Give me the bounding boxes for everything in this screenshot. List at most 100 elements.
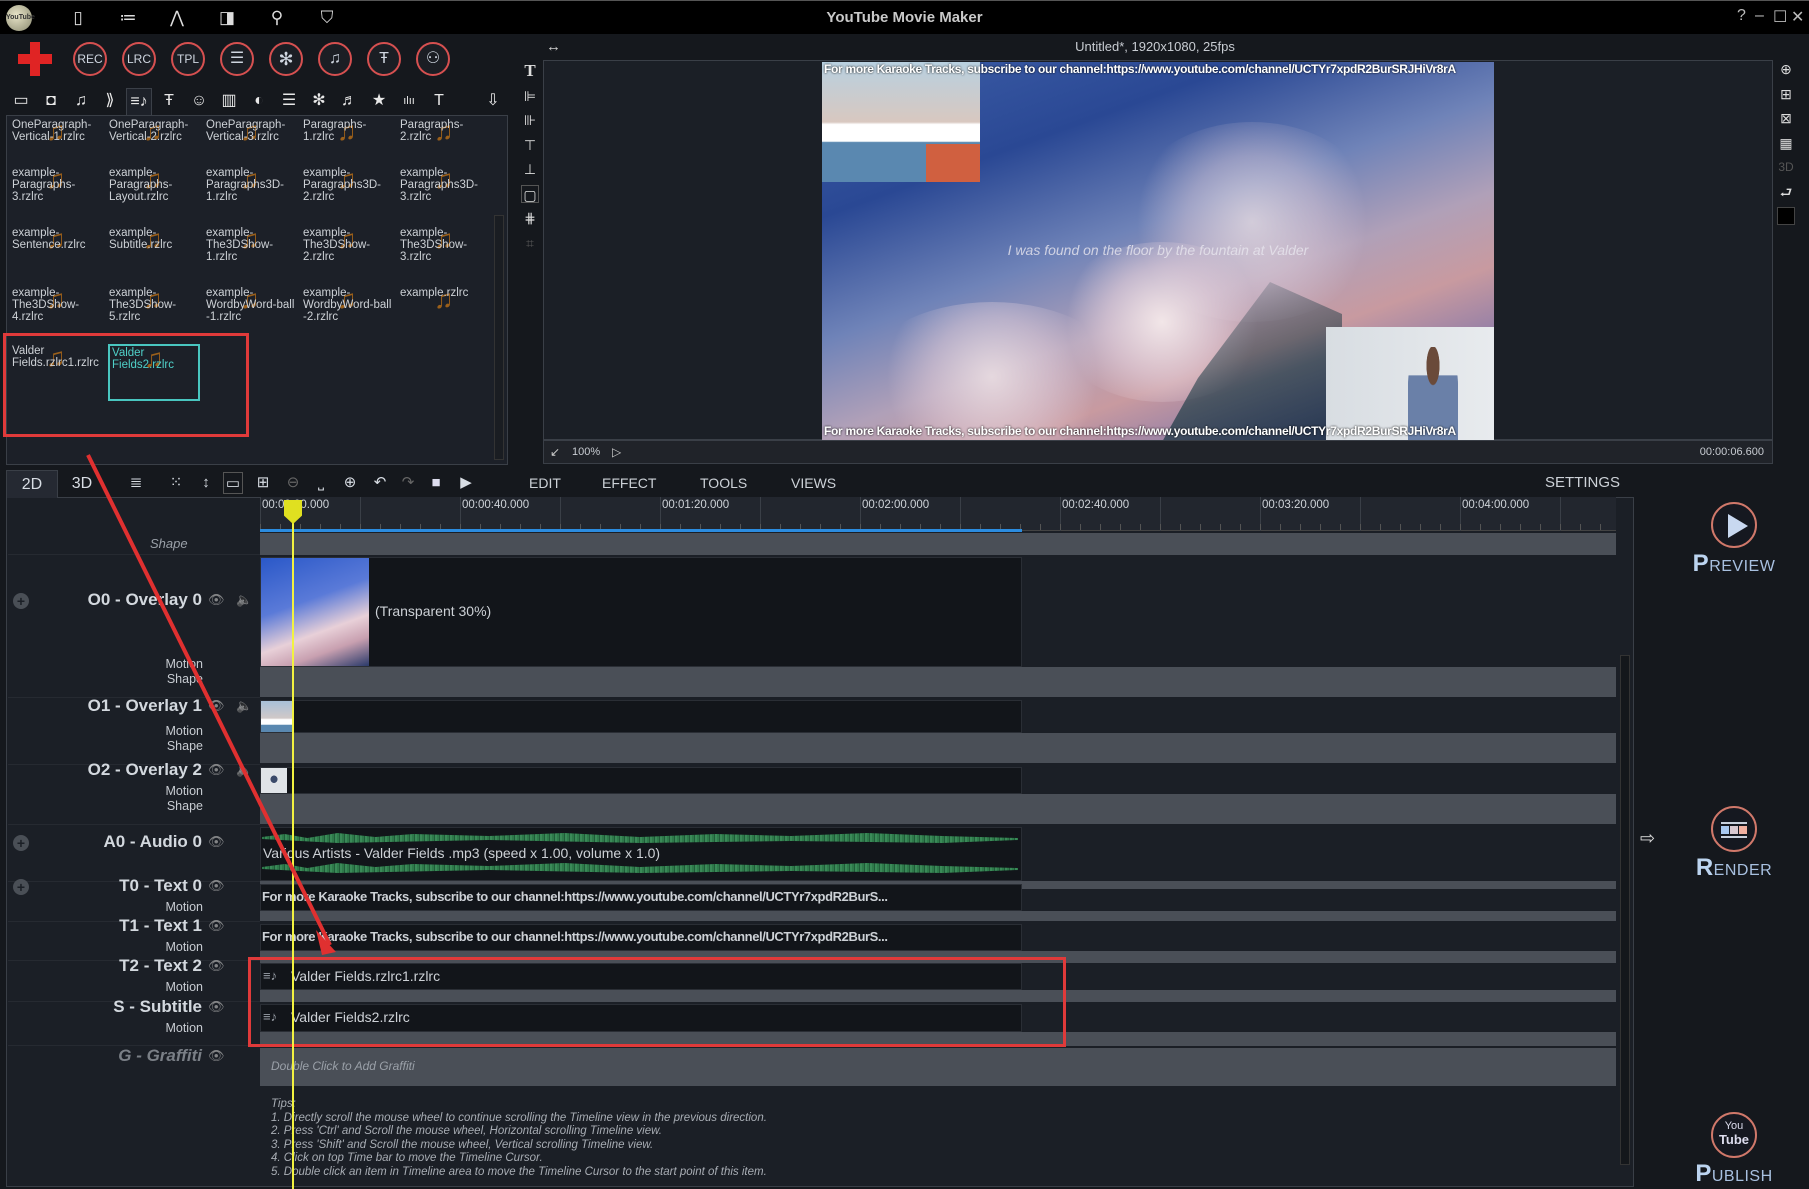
track-sub-label[interactable]: Motion <box>3 1021 203 1035</box>
time-ruler[interactable]: 00:00:00.00000:00:40.00000:01:20.00000:0… <box>260 497 1616 531</box>
render-action[interactable]: RENDER <box>1674 806 1794 882</box>
menu-edit[interactable]: EDIT <box>529 472 561 494</box>
library-item[interactable]: ♫ Paragraphs- 2.rzlrc <box>400 118 492 174</box>
undo-icon[interactable]: ↶ <box>370 472 390 494</box>
user-icon-button[interactable]: ⚇ <box>416 42 450 76</box>
track-lane[interactable] <box>260 911 1616 921</box>
track-lane[interactable] <box>260 1048 1616 1086</box>
library-tab-star[interactable]: ★ <box>366 88 392 114</box>
library-item[interactable]: ♫ Paragraphs- 1.rzlrc <box>303 118 395 174</box>
library-item[interactable]: ♫ example- Paragraphs3D- 1.rzlrc <box>206 166 298 222</box>
visibility-eye-icon[interactable]: 👁 <box>208 878 225 894</box>
visibility-eye-icon[interactable]: 👁 <box>208 698 225 714</box>
library-item[interactable]: ♫ example- The3DShow- 3.rzlrc <box>400 226 492 282</box>
library-tab-battery[interactable]: ▥ <box>216 88 242 114</box>
library-item[interactable]: ♫ example- Subtitle.rzlrc <box>109 226 201 282</box>
track-sub-label[interactable]: Shape <box>3 799 203 813</box>
library-item[interactable]: ♫ example- Paragraphs- Layout.rzlrc <box>109 166 201 222</box>
shape-lane[interactable] <box>260 533 1616 555</box>
collapse-arrow-icon[interactable]: ⇨ <box>1640 828 1655 849</box>
library-item[interactable]: ♫ example.rzlrc <box>400 286 492 342</box>
timeline-cursor[interactable] <box>292 500 294 1189</box>
track-lane[interactable] <box>260 794 1616 824</box>
track-label[interactable]: O1 - Overlay 1 <box>0 696 202 716</box>
frame-select-icon[interactable]: ▭ <box>223 472 243 494</box>
visibility-eye-icon[interactable]: 👁 <box>208 592 225 608</box>
zoom-out-icon[interactable]: ⊖ <box>283 472 303 494</box>
library-tab-download[interactable]: ⇩ <box>480 88 506 114</box>
settings-button[interactable]: SETTINGS <box>1545 472 1620 494</box>
visibility-eye-icon[interactable]: 👁 <box>208 918 225 934</box>
menu-tools[interactable]: TOOLS <box>700 472 747 494</box>
library-tab-transition[interactable]: ⟫ <box>97 88 123 114</box>
dotted-grid-icon[interactable]: ⁙ <box>166 472 186 494</box>
track-label[interactable]: A0 - Audio 0 <box>0 832 202 852</box>
grid-icon[interactable]: ⋕ <box>521 209 539 227</box>
zoom-level[interactable]: 100% <box>572 441 600 463</box>
expand-track-icon[interactable]: + <box>13 879 29 895</box>
track-sub-label[interactable]: Motion <box>3 657 203 671</box>
align-tracks-icon[interactable]: ≣ <box>126 472 146 494</box>
track-label[interactable]: T2 - Text 2 <box>0 956 202 976</box>
library-item[interactable]: ♫ OneParagraph- Vertical-1.rzlrc <box>12 118 104 174</box>
visibility-eye-icon[interactable]: 👁 <box>208 999 225 1015</box>
library-item[interactable]: ♫ example- WordbyWord-ball -2.rzlrc <box>303 286 395 342</box>
library-item[interactable]: ♫ example- Paragraphs- 3.rzlrc <box>12 166 104 222</box>
lrc-button[interactable]: LRC <box>122 42 156 76</box>
track-sub-label[interactable]: Motion <box>3 980 203 994</box>
close-button[interactable]: ✕ <box>1791 7 1804 27</box>
visibility-eye-icon[interactable]: 👁 <box>208 834 225 850</box>
track-label[interactable]: T1 - Text 1 <box>0 916 202 936</box>
library-scrollbar[interactable] <box>494 215 504 460</box>
ruler-icon[interactable]: ⎵ <box>311 472 331 494</box>
track-sub-label[interactable]: Motion <box>3 940 203 954</box>
tpl-button[interactable]: TPL <box>171 42 205 76</box>
add-button[interactable] <box>16 40 54 78</box>
track-label[interactable]: S - Subtitle <box>0 997 202 1017</box>
center-h-icon[interactable]: ⊕ <box>1777 60 1795 78</box>
library-tab-flower[interactable]: ✻ <box>306 88 332 114</box>
play-icon[interactable]: ▶ <box>456 472 476 494</box>
align-right-icon[interactable]: ⊪ <box>521 111 539 129</box>
library-tab-contrast[interactable]: ◐ <box>246 88 272 114</box>
grid-dim-icon[interactable]: ⌗ <box>521 234 539 252</box>
frame-icon[interactable]: ▢ <box>521 184 539 203</box>
library-tab-lyrics[interactable]: ≡♪ <box>126 88 152 118</box>
timeline-clip[interactable] <box>260 767 1022 794</box>
play-icon[interactable]: ▷ <box>612 441 621 463</box>
track-lane[interactable] <box>260 667 1616 697</box>
track-label[interactable]: T0 - Text 0 <box>0 876 202 896</box>
library-tab-equalizer[interactable]: ılıı <box>396 88 422 114</box>
tab-3d[interactable]: 3D <box>56 470 108 498</box>
redo-icon[interactable]: ↷ <box>398 472 418 494</box>
library-item[interactable]: ♫ example- Paragraphs3D- 2.rzlrc <box>303 166 395 222</box>
vertical-resize-icon[interactable]: ↕ <box>196 472 216 494</box>
library-tab-list[interactable]: ☰ <box>276 88 302 114</box>
library-item[interactable]: ♫ example- Sentence.rzlrc <box>12 226 104 282</box>
text-style-icon-button[interactable]: Ŧ <box>367 42 401 76</box>
timeline-scrollbar[interactable] <box>1620 655 1630 1165</box>
shrink-icon[interactable]: ↙ <box>550 441 560 463</box>
menu-effect[interactable]: EFFECT <box>602 472 656 494</box>
library-tab-text[interactable]: T <box>426 88 452 114</box>
center-both-icon[interactable]: ⊠ <box>1777 109 1795 127</box>
3d-icon[interactable]: 3D <box>1777 158 1795 176</box>
track-sub-label[interactable]: Motion <box>3 900 203 914</box>
library-item[interactable]: ♫ example- The3DShow- 1.rzlrc <box>206 226 298 282</box>
track-lane[interactable] <box>260 733 1616 763</box>
split-icon[interactable]: ⊞ <box>253 472 273 494</box>
align-top-icon[interactable]: ⊤ <box>521 136 539 154</box>
library-tab-score[interactable]: ♬ <box>336 88 362 114</box>
track-sub-label[interactable]: Shape <box>3 739 203 753</box>
minimize-button[interactable]: – <box>1755 7 1764 25</box>
preview-action[interactable]: PREVIEW <box>1674 502 1794 578</box>
flower-icon-button[interactable]: ✻ <box>269 42 303 76</box>
publish-action[interactable]: You Tube PUBLISH <box>1674 1112 1794 1188</box>
tile-icon[interactable]: ▦ <box>1777 134 1795 152</box>
expand-track-icon[interactable]: + <box>13 593 29 609</box>
rec-button[interactable]: REC <box>73 42 107 76</box>
maximize-button[interactable]: ☐ <box>1773 7 1787 27</box>
center-v-icon[interactable]: ⊞ <box>1777 85 1795 103</box>
help-button[interactable]: ? <box>1737 7 1746 25</box>
library-item[interactable]: ♫ OneParagraph- Vertical-2.rzlrc <box>109 118 201 174</box>
